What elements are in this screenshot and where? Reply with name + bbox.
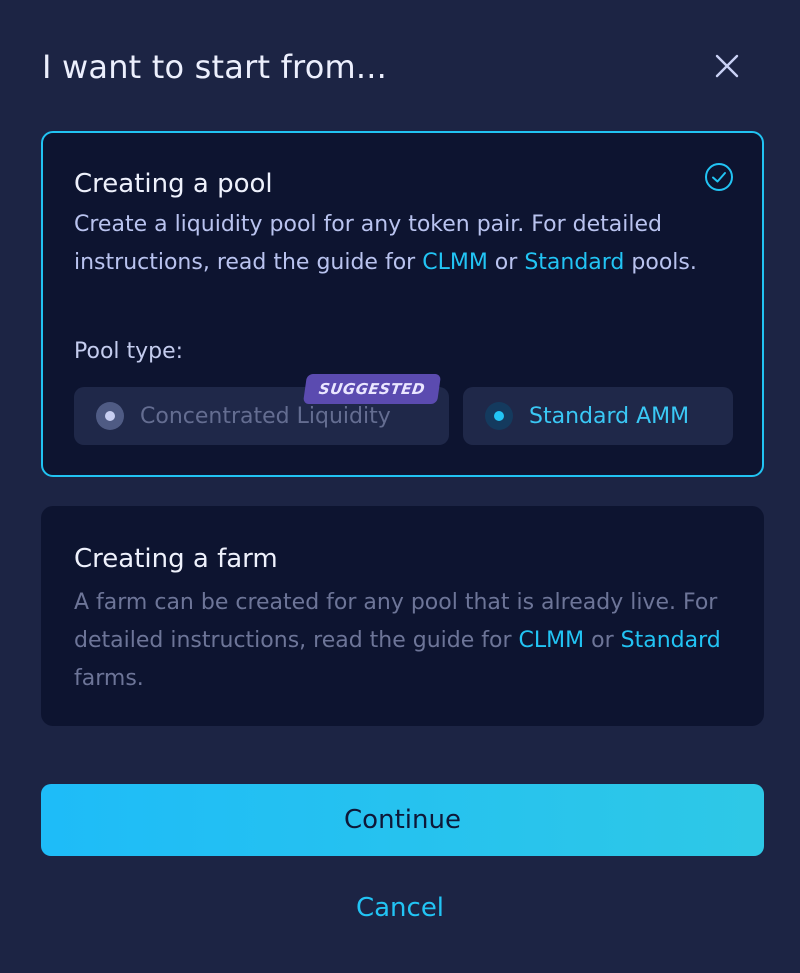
farm-card-title: Creating a farm [74,544,278,574]
pool-desc-or: or [487,250,525,275]
continue-button[interactable]: Continue [41,784,764,856]
pool-card-description: Create a liquidity pool for any token pa… [74,206,744,282]
farm-standard-guide-link[interactable]: Standard [621,628,721,653]
cancel-button[interactable]: Cancel [300,886,500,930]
farm-clmm-guide-link[interactable]: CLMM [519,628,585,653]
standard-amm-radio[interactable] [485,402,513,430]
farm-desc-end: farms. [74,666,144,691]
check-circle-icon [705,163,733,191]
farm-card-description: A farm can be created for any pool that … [74,584,744,698]
pool-clmm-guide-link[interactable]: CLMM [422,250,488,275]
pool-type-label: Pool type: [74,339,184,364]
pool-desc-end: pools. [624,250,697,275]
pool-card-title: Creating a pool [74,169,273,199]
standard-amm-label: Standard AMM [529,403,690,429]
close-button[interactable] [704,46,750,86]
dialog-title: I want to start from... [42,48,387,86]
close-icon [715,54,739,78]
concentrated-liquidity-radio[interactable] [96,402,124,430]
concentrated-liquidity-label: Concentrated Liquidity [140,403,391,429]
creating-pool-card[interactable]: Creating a pool Create a liquidity pool … [41,131,764,477]
standard-amm-option[interactable]: Standard AMM [463,387,733,445]
suggested-badge: SUGGESTED [302,374,442,404]
pool-standard-guide-link[interactable]: Standard [524,250,624,275]
creating-farm-card[interactable]: Creating a farm A farm can be created fo… [41,506,764,726]
farm-desc-or: or [584,628,621,653]
create-dialog: I want to start from... Creating a pool … [0,0,800,973]
